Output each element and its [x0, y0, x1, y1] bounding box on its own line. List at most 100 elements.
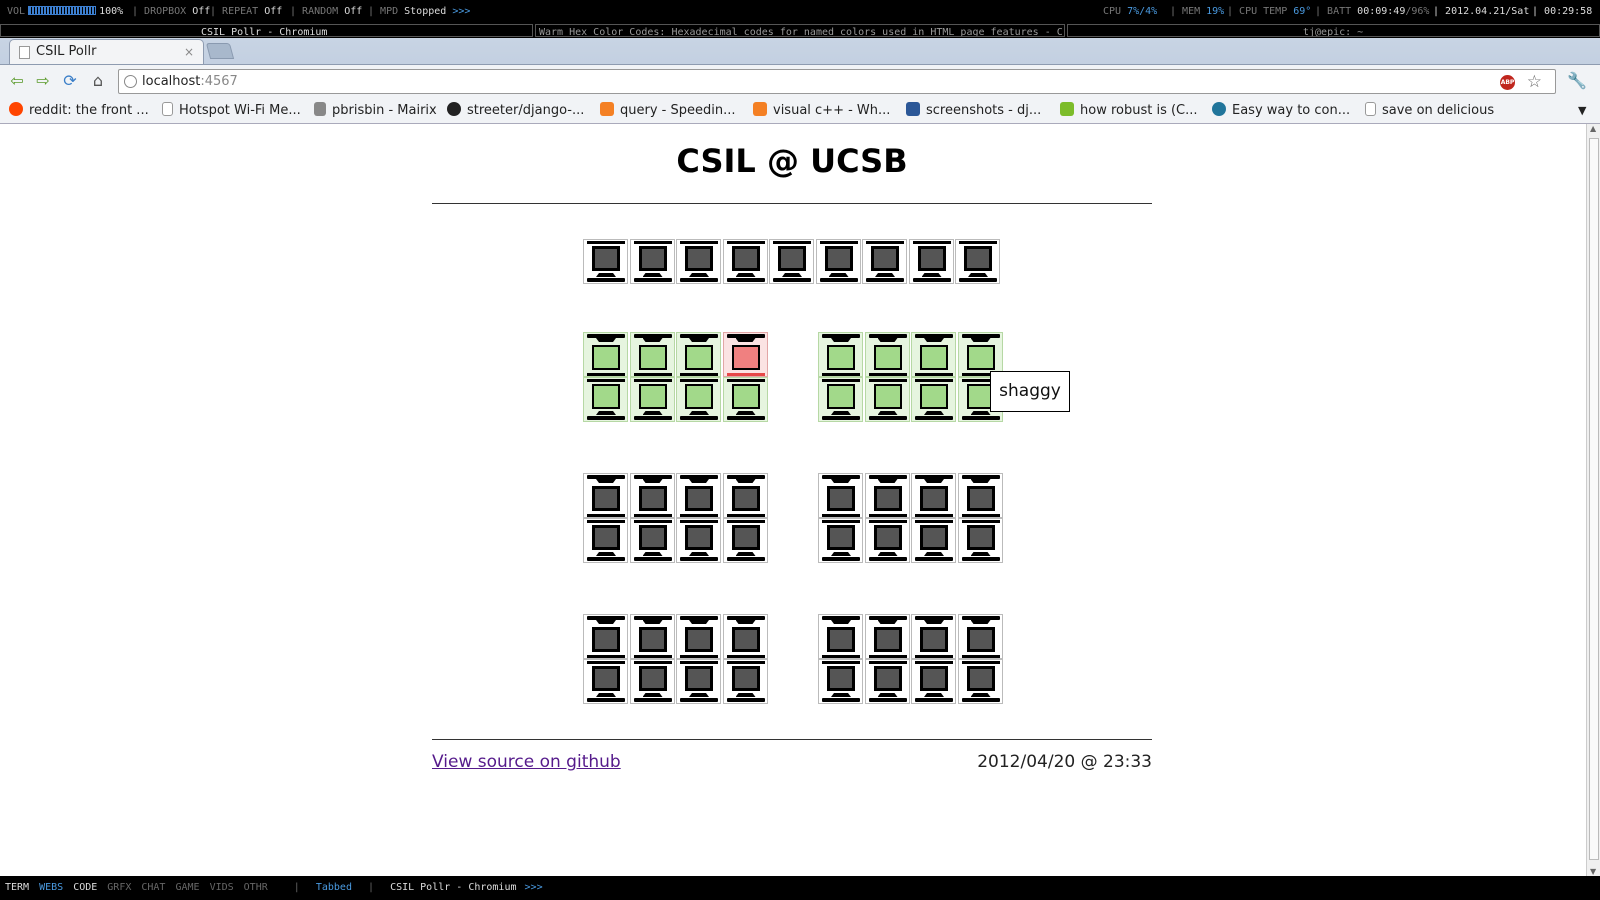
- workspace-othr[interactable]: OTHR: [244, 882, 268, 893]
- computer-available[interactable]: [676, 377, 721, 422]
- terminal-window-title[interactable]: tj@epic: ~: [1067, 24, 1600, 37]
- hostname-tooltip: shaggy: [990, 371, 1070, 412]
- wrench-icon[interactable]: 🔧: [1567, 71, 1587, 90]
- star-icon[interactable]: ☆: [1527, 71, 1542, 94]
- computer-offline[interactable]: [583, 614, 628, 659]
- computer-offline[interactable]: [957, 518, 1003, 563]
- computer-offline[interactable]: [629, 518, 675, 563]
- monitor-base: [680, 557, 718, 561]
- computer-available[interactable]: [722, 377, 768, 422]
- computer-offline[interactable]: [957, 614, 1003, 659]
- computer-available[interactable]: [629, 377, 675, 422]
- computer-offline[interactable]: [864, 518, 910, 563]
- github-source-link[interactable]: View source on github: [432, 752, 621, 772]
- bookmark-item[interactable]: how robust is (C...: [1060, 97, 1198, 124]
- computer-offline[interactable]: [957, 473, 1003, 518]
- scroll-down-arrow-icon[interactable]: ▼: [1590, 867, 1596, 876]
- bookmark-item[interactable]: Hotspot Wi-Fi Me...: [162, 97, 301, 124]
- computer-offline[interactable]: [864, 659, 910, 704]
- adblock-icon[interactable]: ABP: [1500, 75, 1515, 90]
- back-arrow-icon[interactable]: ⇦: [7, 71, 27, 91]
- new-tab-button[interactable]: [205, 43, 235, 59]
- computer-available[interactable]: [818, 377, 863, 422]
- computer-available[interactable]: [864, 332, 910, 377]
- computer-offline[interactable]: [769, 239, 814, 284]
- address-bar[interactable]: localhost:4567 ABP ☆: [118, 69, 1556, 94]
- computer-offline[interactable]: [955, 239, 1000, 284]
- bookmark-item[interactable]: reddit: the front ...: [9, 97, 149, 124]
- computer-offline[interactable]: [818, 518, 863, 563]
- computer-offline[interactable]: [676, 239, 721, 284]
- computer-offline[interactable]: [722, 518, 768, 563]
- computer-offline[interactable]: [722, 239, 768, 284]
- computer-offline[interactable]: [864, 614, 910, 659]
- computer-offline[interactable]: [676, 614, 721, 659]
- forward-arrow-icon[interactable]: ⇨: [33, 71, 53, 91]
- computer-offline[interactable]: [629, 614, 675, 659]
- computer-offline[interactable]: [818, 473, 863, 518]
- workspace-term[interactable]: TERM: [5, 882, 29, 893]
- computer-offline[interactable]: [629, 473, 675, 518]
- computer-offline[interactable]: [722, 659, 768, 704]
- computer-offline[interactable]: [815, 239, 861, 284]
- scroll-up-arrow-icon[interactable]: ▲: [1590, 124, 1596, 133]
- chevron-down-icon[interactable]: ▼: [1578, 97, 1586, 124]
- computer-available[interactable]: [864, 377, 910, 422]
- bookmark-item[interactable]: pbrisbin - Mairix: [314, 97, 437, 124]
- home-icon[interactable]: ⌂: [88, 71, 108, 91]
- workspace-chat[interactable]: CHAT: [141, 882, 165, 893]
- computer-offline[interactable]: [911, 614, 956, 659]
- monitor-screen: [638, 486, 667, 511]
- bookmark-item[interactable]: screenshots - dj...: [906, 97, 1041, 124]
- computer-offline[interactable]: [818, 614, 863, 659]
- workspace-code[interactable]: CODE: [73, 882, 97, 893]
- reload-icon[interactable]: ⟳: [60, 71, 80, 91]
- computer-offline[interactable]: [957, 659, 1003, 704]
- monitor-neck: [782, 273, 802, 277]
- browser-tab[interactable]: CSIL Pollr ×: [9, 39, 204, 64]
- computer-offline[interactable]: [583, 518, 628, 563]
- bookmark-item[interactable]: Easy way to con...: [1212, 97, 1350, 124]
- computer-offline[interactable]: [911, 518, 956, 563]
- computer-offline[interactable]: [676, 518, 721, 563]
- computer-available[interactable]: [911, 377, 956, 422]
- computer-offline[interactable]: [676, 659, 721, 704]
- bookmark-item[interactable]: visual c++ - Wh...: [753, 97, 890, 124]
- computer-available[interactable]: [911, 332, 956, 377]
- bookmark-item[interactable]: streeter/django-...: [447, 97, 584, 124]
- vertical-scrollbar[interactable]: ▲ ▼: [1586, 124, 1600, 876]
- computer-offline[interactable]: [722, 473, 768, 518]
- computer-offline[interactable]: [911, 473, 956, 518]
- layout-indicator[interactable]: Tabbed: [316, 882, 352, 893]
- computer-offline[interactable]: [583, 239, 628, 284]
- workspace-vids[interactable]: VIDS: [210, 882, 234, 893]
- computer-offline[interactable]: [911, 659, 956, 704]
- workspace-webs[interactable]: WEBS: [39, 882, 63, 893]
- close-icon[interactable]: ×: [184, 40, 194, 64]
- inactive-window-title[interactable]: Warm Hex Color Codes: Hexadecimal codes …: [535, 24, 1065, 37]
- computer-offline[interactable]: [862, 239, 907, 284]
- monitor-screen: [731, 666, 760, 691]
- workspace-grfx[interactable]: GRFX: [107, 882, 131, 893]
- computer-offline[interactable]: [629, 239, 675, 284]
- computer-offline[interactable]: [583, 473, 628, 518]
- computer-offline[interactable]: [629, 659, 675, 704]
- computer-available[interactable]: [583, 332, 628, 377]
- scrollbar-thumb[interactable]: [1589, 138, 1599, 860]
- computer-offline[interactable]: [722, 614, 768, 659]
- bookmark-item[interactable]: query - Speedin...: [600, 97, 735, 124]
- computer-offline[interactable]: [583, 659, 628, 704]
- active-window-title[interactable]: CSIL Pollr - Chromium: [0, 24, 533, 37]
- computer-available[interactable]: [818, 332, 863, 377]
- computer-offline[interactable]: [864, 473, 910, 518]
- workspace-game[interactable]: GAME: [175, 882, 199, 893]
- monitor-screen: [592, 345, 620, 370]
- computer-in-use[interactable]: [722, 332, 768, 377]
- computer-available[interactable]: [583, 377, 628, 422]
- bookmark-item[interactable]: save on delicious: [1365, 97, 1494, 124]
- computer-offline[interactable]: [908, 239, 954, 284]
- computer-offline[interactable]: [818, 659, 863, 704]
- computer-offline[interactable]: [676, 473, 721, 518]
- computer-available[interactable]: [676, 332, 721, 377]
- computer-available[interactable]: [629, 332, 675, 377]
